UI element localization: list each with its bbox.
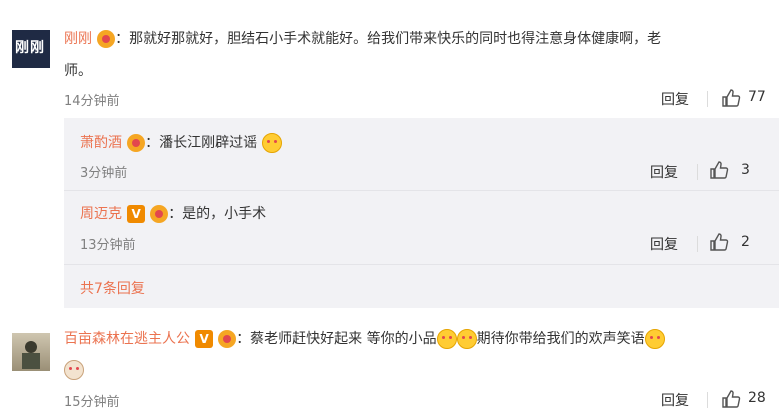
timestamp: 3分钟前 [80,166,128,181]
comment-username[interactable]: 刚刚 [64,31,92,47]
fan-badge-icon [97,29,116,48]
comment-body: 刚刚 ：那就好那就好，胆结石小手术就能好。给我们带来快乐的同时也得注意身体健康啊… [64,26,661,52]
like-button[interactable] [721,389,741,413]
reply-text: ：潘长江刚辟过谣 [145,135,258,151]
comment-username[interactable]: 百亩森林在逃主人公 [64,331,190,347]
reply-button[interactable]: 回复 [650,234,678,254]
like-button[interactable] [721,88,741,112]
comment-text-continued: 期待你带给我们的欢声笑语 [476,331,645,347]
like-count: 77 [748,89,766,105]
divider [707,91,708,107]
like-button[interactable] [709,160,729,184]
reply-button[interactable]: 回复 [661,390,689,410]
reply-button[interactable]: 回复 [650,162,678,182]
comment-text-continued: 师。 [64,63,92,79]
comment-text: ：那就好那就好，胆结石小手术就能好。给我们带来快乐的同时也得注意身体健康啊，老 [115,31,662,47]
like-count: 28 [748,390,766,406]
reply-text: ：是的，小手术 [168,206,267,222]
verified-v-icon: V [195,329,214,348]
like-button[interactable] [709,232,729,256]
thumbs-up-icon [722,89,741,107]
reply-username[interactable]: 周迈克 [80,206,122,222]
fan-badge-icon [150,204,169,223]
avatar[interactable]: 刚刚 [12,30,50,68]
reply-button[interactable]: 回复 [661,89,689,109]
laugh-cry-emoji-icon [262,132,283,153]
reply-body: 周迈克 V ：是的，小手术 [80,201,266,227]
comment-body: 百亩森林在逃主人公 V ：蔡老师赶快好起来 等你的小品 期待你带给我们的欢声笑语 [64,326,665,352]
thumbs-up-icon [710,233,729,251]
hearts-face-emoji-icon [456,328,477,349]
timestamp: 15分钟前 [64,395,120,410]
reply-username[interactable]: 萧酌酒 [80,135,122,151]
like-count: 2 [741,234,750,250]
comment-emoji-line [64,359,84,380]
like-count: 3 [741,162,750,178]
fan-badge-icon [218,329,237,348]
monkey-emoji-icon [64,359,84,380]
thumbs-up-icon [710,161,729,179]
hearts-face-emoji-icon [436,328,457,349]
divider [707,392,708,408]
thumbs-up-icon [722,390,741,408]
comment-text: ：蔡老师赶快好起来 等你的小品 [236,331,437,347]
divider [697,164,698,180]
divider [64,264,779,265]
divider [64,190,779,191]
view-more-replies-link[interactable]: 共7条回复 [80,278,145,298]
fan-badge-icon [127,133,146,152]
verified-v-icon: V [127,204,146,223]
avatar[interactable] [12,333,50,371]
reply-body: 萧酌酒 ：潘长江刚辟过谣 [80,130,283,156]
timestamp: 13分钟前 [80,238,136,253]
timestamp: 14分钟前 [64,94,120,109]
avatar-logo-text: 刚刚 [15,40,45,56]
divider [697,236,698,252]
hearts-face-emoji-icon [644,328,665,349]
